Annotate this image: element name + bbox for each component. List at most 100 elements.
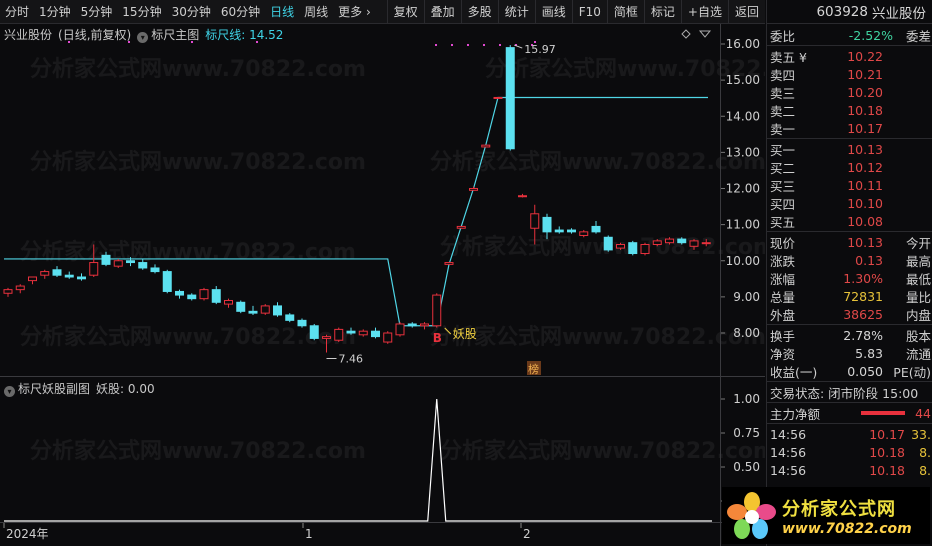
bid-row-5: 买五 10.08 (767, 212, 932, 230)
ask-row-2-value: 10.18 (847, 102, 883, 118)
y-tick-label: 12.00 (726, 182, 760, 196)
watermark-text: 分析家公式网www.70822.com (430, 149, 765, 175)
weibi-row: 委比 -2.52% 委差 (767, 26, 932, 44)
stat-row-4-value: 38625 (843, 306, 883, 322)
candle (518, 193, 527, 198)
tool-button-9[interactable]: 返回 (727, 0, 765, 23)
period-tab-6[interactable]: 日线 (265, 0, 299, 23)
ask-row-1: 卖一 10.17 (767, 119, 932, 137)
candle (334, 327, 344, 343)
sub-indicator-selector[interactable]: ▾ 标尺妖股副图 (4, 380, 90, 397)
stat-row-1-extra: 最高 (905, 253, 931, 269)
period-tab-0[interactable]: 分时 (0, 0, 34, 23)
stat-row-0-label: 现价 (770, 235, 796, 251)
tool-button-5[interactable]: F10 (571, 0, 607, 23)
candle (15, 284, 25, 294)
stat-row-3-label: 总量 (770, 289, 796, 305)
stat2-row-2-value: 0.050 (847, 363, 883, 379)
main-chart-title: 兴业股份 (日线,前复权) ▾ 标尺主图 标尺线: 14.52 (4, 26, 283, 43)
period-tab-1[interactable]: 1分钟 (34, 0, 76, 23)
stat-row-3-extra: 量比 (905, 289, 931, 305)
candle (162, 269, 172, 294)
candle (432, 293, 442, 328)
quote-header[interactable]: 603928 兴业股份 (767, 0, 932, 24)
x-tick-label: 1 (305, 527, 313, 541)
stat2-row-0-label: 换手 (770, 328, 796, 344)
sub-chart-title: ▾ 标尺妖股副图 妖股: 0.00 (4, 380, 155, 397)
candlestick-chart: 分析家公式网www.70822.com 分析家公式网www.70822.com 分析… (3, 29, 821, 376)
net-flow-bar (861, 411, 905, 415)
tick-row-2-extra: 8. (919, 462, 931, 478)
y-tick-label: 13.00 (726, 145, 760, 159)
chevron-down-icon[interactable]: ▾ (137, 32, 149, 43)
high-label: 15.97 (524, 43, 556, 56)
watermark-text: 分析家公式网www.70822.com (20, 239, 356, 265)
watermark-text: 分析家公式网www.70822.com (30, 149, 366, 175)
ask-row-4: 卖四 10.21 (767, 65, 932, 83)
stat-row-3-value: 72831 (843, 288, 883, 304)
bid-row-4-value: 10.10 (847, 195, 883, 211)
axis-divider (720, 24, 721, 546)
stat2-row-1-extra: 流通 (905, 346, 931, 362)
indicator-selector[interactable]: ▾ 标尺主图 (137, 26, 199, 43)
period-tab-7[interactable]: 周线 (299, 0, 333, 23)
diamond-icon[interactable] (681, 29, 691, 39)
candle (64, 271, 74, 279)
candle (3, 287, 13, 297)
stat-row-2-label: 涨幅 (770, 271, 796, 287)
tool-button-4[interactable]: 画线 (534, 0, 572, 23)
sub-chart-panel[interactable]: ▾标尺妖股副图 妖股: 0.00 1.000.750.500.25分析家公式网w… (0, 378, 776, 522)
ask-row-3-value: 10.20 (847, 84, 883, 100)
watermark-text: 分析家公式网www.70822.com (485, 56, 765, 82)
main-chart-panel[interactable]: 兴业股份 (日线,前复权) ▾ 标尺主图 标尺线: 14.52 分析家公式网www… (0, 24, 821, 377)
candle (150, 264, 160, 274)
weibi-row-value: -2.52% (848, 27, 893, 43)
candle (358, 329, 368, 337)
stat-row-4-label: 外盘 (770, 307, 796, 323)
tick-row-2-value: 10.18 (869, 462, 905, 478)
tool-button-2[interactable]: 多股 (460, 0, 498, 23)
tool-button-1[interactable]: 叠加 (423, 0, 461, 23)
y-tick-label: 11.00 (726, 218, 760, 232)
stock-name: 兴业股份 (872, 5, 926, 22)
stat-row-1: 涨跌 0.13 最高 (767, 251, 932, 269)
ruler-line (4, 96, 708, 327)
tool-button-0[interactable]: 复权 (386, 0, 424, 23)
period-tab-4[interactable]: 30分钟 (167, 0, 216, 23)
stat2-row-2: 收益(一) 0.050 PE(动) (767, 362, 932, 380)
sub-y-tick-label: 0.75 (733, 426, 760, 440)
candle (420, 322, 429, 330)
triangle-down-icon[interactable] (698, 30, 712, 38)
candle (603, 235, 613, 252)
watermark-text: 分析家公式网www.70822.com (440, 438, 765, 464)
candle (444, 262, 454, 265)
ask-row-4-label: 卖四 (770, 67, 796, 83)
tool-button-3[interactable]: 统计 (497, 0, 535, 23)
period-tab-8[interactable]: 更多 › (333, 0, 376, 23)
period-tab-5[interactable]: 60分钟 (216, 0, 265, 23)
candle (285, 313, 295, 323)
candle (505, 45, 515, 151)
chevron-down-icon[interactable]: ▾ (4, 386, 15, 397)
bid-row-4: 买四 10.10 (767, 194, 932, 212)
candle (383, 331, 393, 344)
ask-row-3: 卖三 10.20 (767, 83, 932, 101)
stat-row-1-value: 0.13 (855, 252, 883, 268)
period-tab-2[interactable]: 5分钟 (76, 0, 118, 23)
tool-button-8[interactable]: +自选 (680, 0, 728, 23)
tool-button-7[interactable]: 标记 (643, 0, 681, 23)
ask-row-5-label: 卖五 ¥ (770, 49, 807, 65)
bid-row-2: 买二 10.12 (767, 158, 932, 176)
candle (493, 96, 503, 99)
tick-row-1-label: 14:56 (770, 444, 807, 460)
logo-title: 分析家公式网 (782, 498, 896, 520)
tool-button-6[interactable]: 简框 (606, 0, 644, 23)
period-tab-3[interactable]: 15分钟 (117, 0, 166, 23)
candle (52, 266, 62, 278)
net-flow-value: 44 (915, 405, 931, 421)
tick-row-0-value: 10.17 (869, 426, 905, 442)
bid-row-4-label: 买四 (770, 196, 796, 212)
tick-row-1-extra: 8. (919, 444, 931, 460)
tick-row-2: 14:56 10.18 8. (767, 461, 932, 479)
candle (640, 242, 650, 256)
